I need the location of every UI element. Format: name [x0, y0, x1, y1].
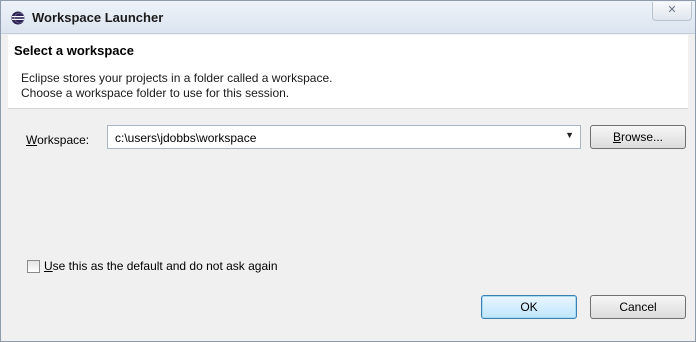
banner-description-line1: Eclipse stores your projects in a folder…	[21, 71, 333, 85]
workspace-combo[interactable]: c:\users\jdobbs\workspace ▼	[107, 125, 581, 149]
banner-title: Select a workspace	[14, 43, 134, 58]
title-bar: Workspace Launcher ✕	[1, 1, 695, 34]
window-title: Workspace Launcher	[32, 10, 164, 25]
default-mnemonic: U	[44, 259, 53, 273]
banner-description-line2: Choose a workspace folder to use for thi…	[21, 86, 290, 100]
workspace-launcher-dialog: Workspace Launcher ✕ Select a workspace …	[0, 0, 696, 342]
browse-mnemonic: B	[612, 130, 621, 144]
workspace-label-mnemonic: W	[26, 133, 38, 147]
close-button[interactable]: ✕	[652, 2, 692, 21]
close-icon: ✕	[667, 4, 677, 16]
header-banner: Select a workspace Eclipse stores your p…	[8, 35, 688, 109]
browse-label: rowse...	[621, 130, 664, 144]
cancel-button[interactable]: Cancel	[590, 295, 686, 319]
workspace-path-value: c:\users\jdobbs\workspace	[115, 131, 257, 145]
browse-button[interactable]: Browse...	[590, 125, 686, 149]
chevron-down-icon[interactable]: ▼	[565, 130, 574, 140]
ok-button[interactable]: OK	[481, 295, 577, 319]
eclipse-icon	[11, 11, 25, 25]
workspace-label: Workspace:	[26, 133, 89, 147]
default-workspace-label[interactable]: Use this as the default and do not ask a…	[44, 259, 278, 273]
workspace-label-text: orkspace:	[37, 133, 90, 147]
default-workspace-checkbox[interactable]	[27, 260, 40, 273]
default-label-text: se this as the default and do not ask ag…	[52, 259, 278, 273]
